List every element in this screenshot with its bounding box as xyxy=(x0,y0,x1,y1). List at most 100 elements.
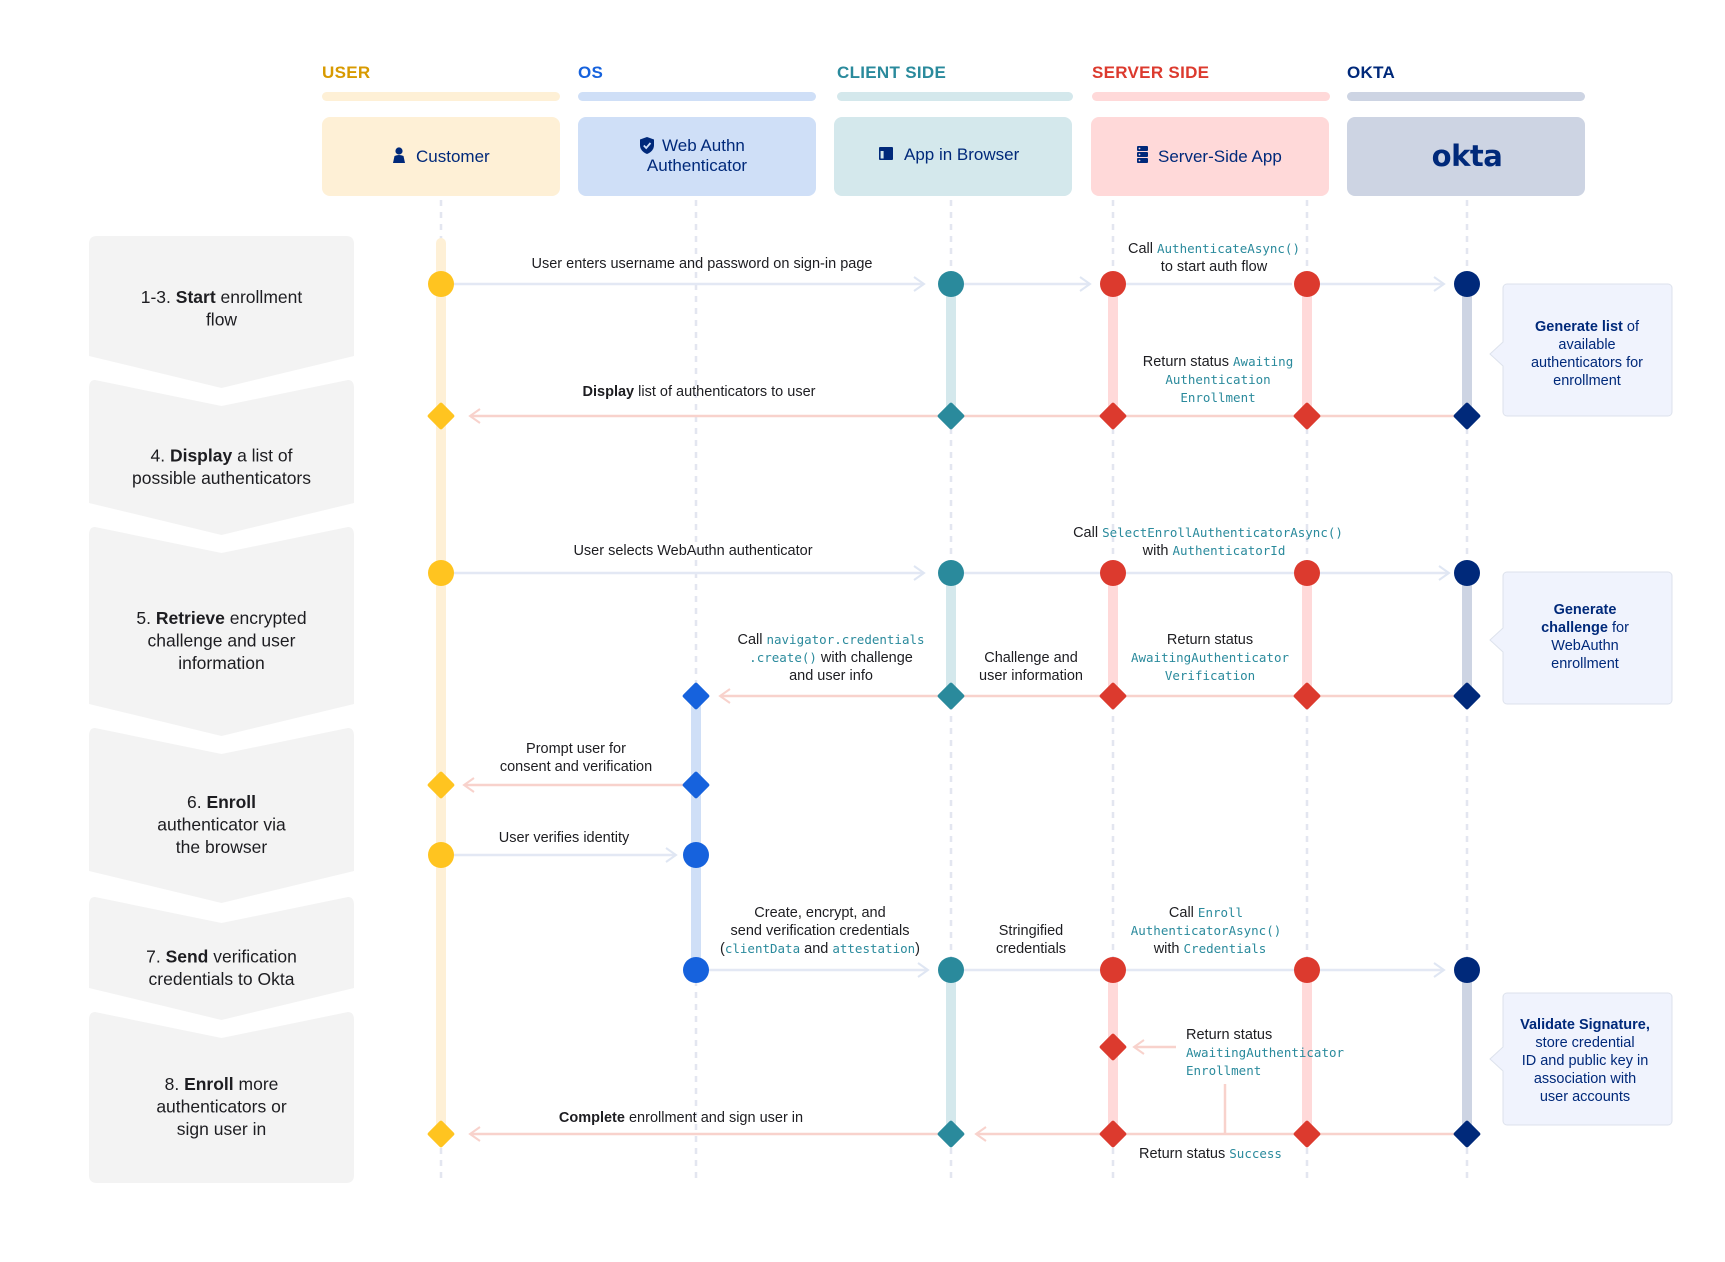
step-5-line1: 7. Send verification xyxy=(146,946,297,966)
step-2-line1: 4. Display a list of xyxy=(150,445,292,465)
step-rest: enrollment xyxy=(216,287,303,307)
step-rest: a list of xyxy=(232,445,292,465)
msg-m8-line2: user information xyxy=(979,668,1083,684)
circle-node-client xyxy=(938,957,964,983)
note1-line2: available xyxy=(1558,337,1615,353)
step-rest: more xyxy=(234,1074,279,1094)
msg-m3-text: Return status xyxy=(1143,354,1233,370)
msg-m16: Complete enrollment and sign user in xyxy=(559,1110,803,1126)
note-generate-challenge: Generate challenge for WebAuthn enrollme… xyxy=(1489,571,1673,705)
lane-header-client: CLIENT SIDE App in Browser xyxy=(834,63,1073,196)
note1-line3: authenticators for xyxy=(1531,355,1643,371)
diamond-node-user xyxy=(427,1120,455,1148)
step-number: 8. xyxy=(165,1074,184,1094)
msg-m12-line2: send verification credentials xyxy=(731,923,910,939)
msg-m12-line3: (clientData and attestation) xyxy=(720,941,920,957)
okta-logo: okta xyxy=(1432,139,1503,173)
msg-m11: User verifies identity xyxy=(499,830,630,846)
step-3-line3: information xyxy=(178,653,265,673)
step-2-line2: possible authenticators xyxy=(132,468,311,488)
msg-m14-code1: Enroll xyxy=(1198,905,1243,920)
step-3-line1: 5. Retrieve encrypted xyxy=(136,608,306,628)
msg-m14-line3: with Credentials xyxy=(1153,941,1267,957)
msg-m9-line1: Call navigator.credentials xyxy=(737,632,924,648)
circle-node-client xyxy=(938,560,964,586)
msg-m8-line1: Challenge and xyxy=(984,650,1078,666)
msg-m14-with: with xyxy=(1153,941,1184,957)
msg-m3-code1: Awaiting xyxy=(1233,354,1293,369)
note2-rest: for xyxy=(1608,620,1629,636)
msg-m13-line2: credentials xyxy=(996,941,1066,957)
diamond-node-sa xyxy=(1099,402,1127,430)
browser-window-icon xyxy=(879,147,893,160)
msg-m14-code2: AuthenticatorAsync() xyxy=(1131,923,1282,938)
diamond-node-sb xyxy=(1293,682,1321,710)
lane-bar-server xyxy=(1092,92,1330,101)
step-4-line3: the browser xyxy=(176,837,268,857)
lane-header-user: USER Customer xyxy=(322,63,560,196)
step-4-line1: 6. Enroll xyxy=(187,792,256,812)
msg-m17-code: Success xyxy=(1229,1146,1282,1161)
step-rest: verification xyxy=(208,946,297,966)
note2-line3: WebAuthn xyxy=(1551,638,1618,654)
msg-m5: User selects WebAuthn authenticator xyxy=(573,543,812,559)
sequence-diagram: USER Customer OS Web Authn Authenticator… xyxy=(89,63,1673,1183)
msg-m12-close: ) xyxy=(915,941,920,957)
msg-m4: Display list of authenticators to user xyxy=(583,384,816,400)
note2-line2: challenge for xyxy=(1541,620,1629,636)
msg-m1: User enters username and password on sig… xyxy=(532,256,873,272)
lane-title-os: OS xyxy=(578,63,603,82)
note2-bold2: challenge xyxy=(1541,620,1608,636)
msg-m14-code3: Credentials xyxy=(1184,941,1267,956)
activation-server-b-2 xyxy=(1302,573,1312,696)
step-panels: 1-3. Start enrollmentflow 4. Display a li… xyxy=(89,236,354,1183)
circle-node-sb xyxy=(1294,560,1320,586)
msg-m6-code: SelectEnrollAuthenticatorAsync() xyxy=(1102,525,1343,540)
step-verb: Enroll xyxy=(184,1074,234,1094)
step-1-line1: 1-3. Start enrollment xyxy=(141,287,303,307)
circle-node-client xyxy=(938,271,964,297)
msg-m6-with: with xyxy=(1142,543,1173,559)
circle-node-okta xyxy=(1454,957,1480,983)
circle-node-okta xyxy=(1454,560,1480,586)
diamond-node-client xyxy=(937,1120,965,1148)
diamond-node-sa xyxy=(1099,1120,1127,1148)
msg-m12-and: and xyxy=(800,941,832,957)
step-number: 1-3. xyxy=(141,287,176,307)
msg-m6-call: Call xyxy=(1073,525,1102,541)
circle-node-os xyxy=(683,842,709,868)
note1-bold: Generate list xyxy=(1535,319,1623,335)
msg-m6: Call SelectEnrollAuthenticatorAsync() xyxy=(1073,525,1343,541)
circle-node-user xyxy=(428,271,454,297)
msg-m7-code1: AwaitingAuthenticator xyxy=(1131,650,1290,665)
msg-m10-line1: Prompt user for xyxy=(526,741,626,757)
circle-node-okta xyxy=(1454,271,1480,297)
lane-header-os: OS Web Authn Authenticator xyxy=(578,63,816,196)
diamond-node-client xyxy=(937,682,965,710)
msg-m2-call: Call xyxy=(1128,241,1157,257)
lane-title-okta: OKTA xyxy=(1347,63,1395,82)
circle-node-sb xyxy=(1294,957,1320,983)
diamond-node-okta xyxy=(1453,682,1481,710)
msg-m14-call: Call xyxy=(1169,905,1198,921)
step-verb: Display xyxy=(170,445,233,465)
msg-m2: Call AuthenticateAsync() xyxy=(1128,241,1300,257)
activation-client-1 xyxy=(946,284,956,416)
circle-node-os xyxy=(683,957,709,983)
msg-m3: Return status Awaiting xyxy=(1143,354,1293,370)
diamond-node-client xyxy=(937,402,965,430)
circle-node-sb xyxy=(1294,271,1320,297)
activation-server-a-1 xyxy=(1108,284,1118,416)
activation-server-a-2 xyxy=(1108,573,1118,696)
lane-bar-os xyxy=(578,92,816,101)
step-number: 6. xyxy=(187,792,206,812)
msg-m14-line1: Call Enroll xyxy=(1169,905,1243,921)
step-5-line2: credentials to Okta xyxy=(149,969,295,989)
msg-m9-call: Call xyxy=(737,632,766,648)
step-number: 4. xyxy=(150,445,169,465)
msg-m13-line1: Stringified xyxy=(999,923,1063,939)
note1-line4: enrollment xyxy=(1553,373,1621,389)
step-6-line1: 8. Enroll more xyxy=(165,1074,279,1094)
msg-m12-code2: attestation xyxy=(832,941,915,956)
server-icon xyxy=(1137,146,1148,163)
